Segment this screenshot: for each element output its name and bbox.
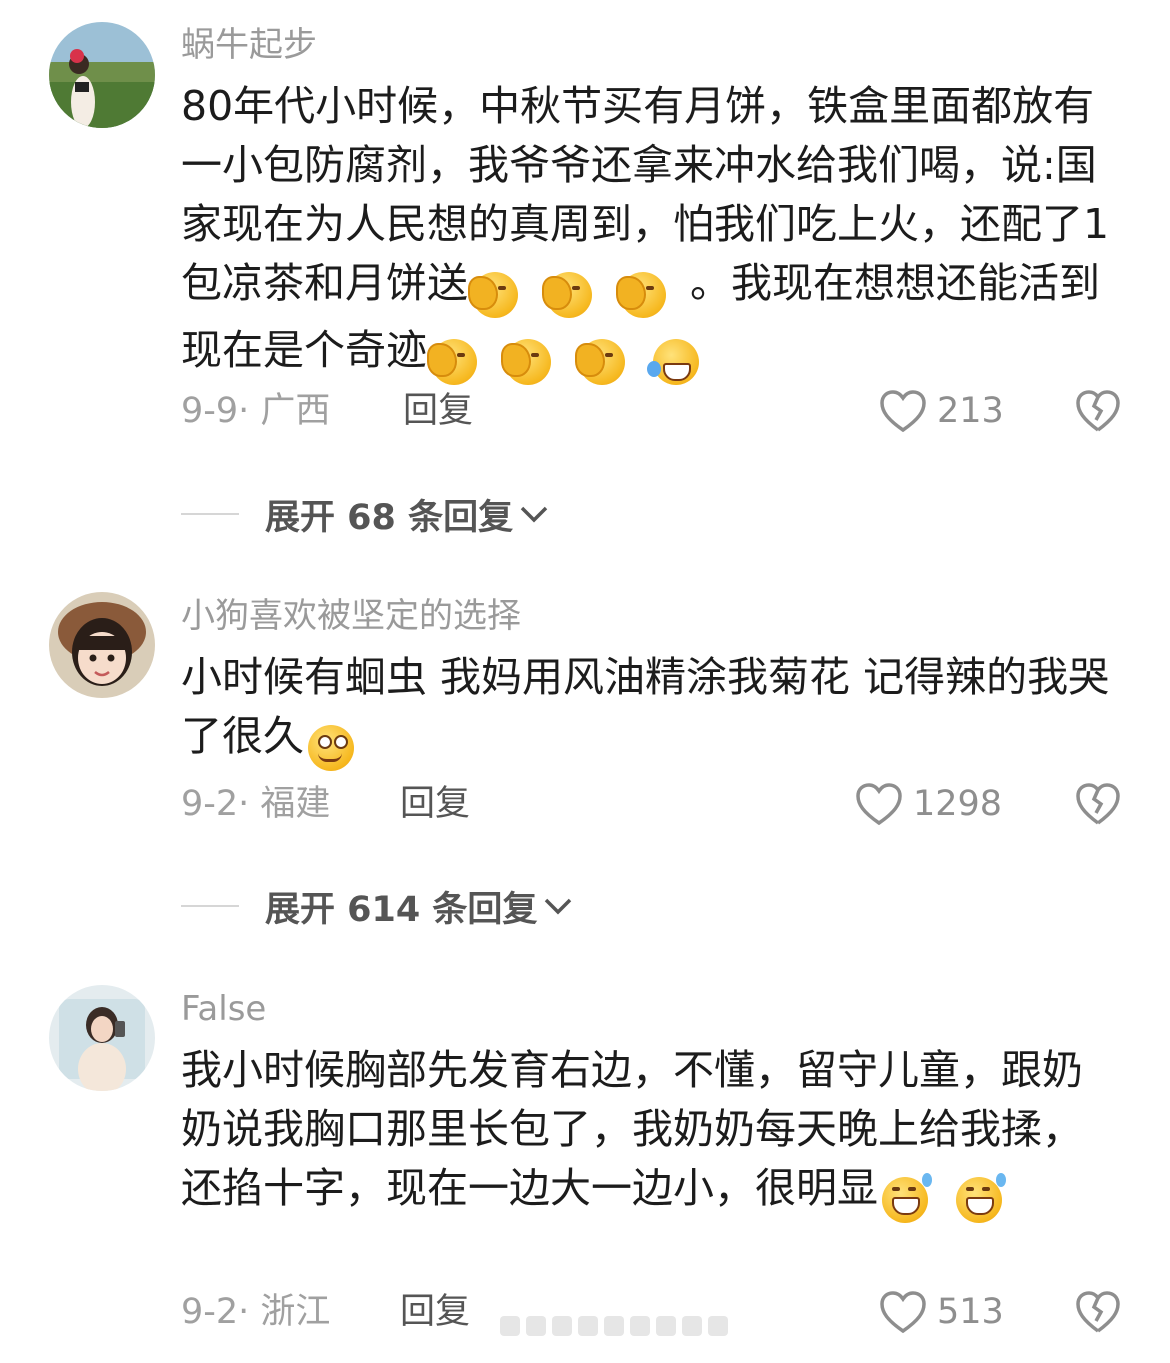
heart-outline-icon xyxy=(856,783,902,826)
dislike-button[interactable] xyxy=(1075,779,1121,829)
reply-button[interactable]: 回复 xyxy=(400,1287,470,1337)
divider xyxy=(181,513,239,515)
heart-outline-icon xyxy=(880,390,926,433)
like-count: 513 xyxy=(937,1292,1004,1332)
like-button[interactable]: 1298 xyxy=(855,779,1002,829)
broken-heart-icon xyxy=(1076,783,1120,825)
heart-outline-icon xyxy=(880,1291,926,1334)
dislike-button[interactable] xyxy=(1075,1287,1121,1337)
grin-sweat-emoji-icon xyxy=(952,1173,1008,1225)
like-count: 213 xyxy=(937,391,1004,431)
like-button[interactable]: 513 xyxy=(879,1287,1004,1337)
reply-button[interactable]: 回复 xyxy=(400,779,470,829)
facepalm-emoji-icon xyxy=(427,335,483,387)
facepalm-emoji-icon xyxy=(468,268,524,320)
emoji-group xyxy=(304,715,360,774)
expand-replies[interactable]: 展开 614 条回复 xyxy=(181,881,573,931)
expand-replies[interactable]: 展开 68 条回复 xyxy=(181,489,549,539)
avatar[interactable] xyxy=(49,985,155,1091)
expand-replies-label: 展开 614 条回复 xyxy=(265,889,538,930)
reply-button[interactable]: 回复 xyxy=(403,386,473,436)
chevron-down-icon xyxy=(545,898,572,915)
username[interactable]: False xyxy=(181,987,266,1031)
username[interactable]: 小狗喜欢被坚定的选择 xyxy=(181,594,521,638)
dizzy-face-emoji-icon xyxy=(304,721,360,773)
facepalm-emoji-icon xyxy=(575,335,631,387)
like-button[interactable]: 213 xyxy=(879,386,1004,436)
comment-text: 小时候有蛔虫 我妈用风油精涂我菊花 记得辣的我哭了很久 xyxy=(181,648,1111,774)
emoji-group xyxy=(878,1167,1008,1226)
like-count: 1298 xyxy=(913,784,1003,824)
username[interactable]: 蜗牛起步 xyxy=(181,23,317,67)
broken-heart-icon xyxy=(1076,390,1120,432)
divider xyxy=(181,905,239,907)
emoji-group xyxy=(468,262,690,321)
broken-heart-icon xyxy=(1076,1291,1120,1333)
emoji-group xyxy=(427,329,705,388)
grin-sweat-emoji-icon xyxy=(878,1173,934,1225)
comment-meta: 9-2· 福建 回复 1298 xyxy=(181,779,1121,829)
dislike-button[interactable] xyxy=(1075,386,1121,436)
comment-meta: 9-9· 广西 回复 213 xyxy=(181,386,1121,436)
date-location: 9-2· 浙江 xyxy=(181,1292,331,1332)
date-location: 9-9· 广西 xyxy=(181,391,331,431)
rolling-laugh-emoji-icon xyxy=(647,335,705,387)
date-location: 9-2· 福建 xyxy=(181,784,331,824)
expand-replies-label: 展开 68 条回复 xyxy=(265,497,514,538)
avatar[interactable] xyxy=(49,22,155,128)
facepalm-emoji-icon xyxy=(542,268,598,320)
chevron-down-icon xyxy=(520,506,548,523)
watermark xyxy=(500,1316,734,1336)
avatar[interactable] xyxy=(49,592,155,698)
comment-text: 我小时候胸部先发育右边，不懂，留守儿童，跟奶奶说我胸口那里长包了，我奶奶每天晚上… xyxy=(181,1041,1111,1226)
comment-text: 80年代小时候，中秋节买有月饼，铁盒里面都放有一小包防腐剂，我爷爷还拿来冲水给我… xyxy=(181,77,1111,388)
facepalm-emoji-icon xyxy=(501,335,557,387)
facepalm-emoji-icon xyxy=(616,268,672,320)
